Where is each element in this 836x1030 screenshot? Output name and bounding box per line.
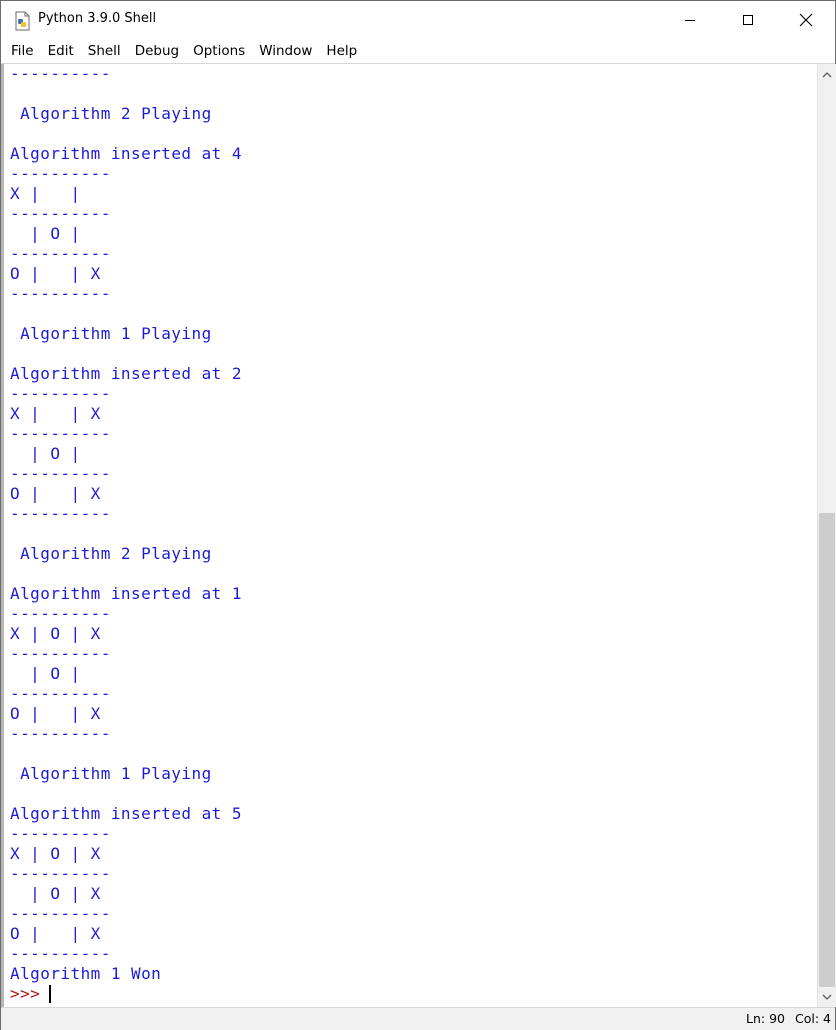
shell-output-line: ---------- bbox=[10, 604, 111, 623]
minimize-button[interactable] bbox=[661, 1, 719, 39]
shell-output-line: O | | X bbox=[10, 484, 101, 503]
maximize-icon bbox=[743, 15, 753, 25]
shell-output-line bbox=[10, 744, 242, 764]
shell-output-line: X | O | X bbox=[10, 844, 101, 863]
shell-output-line: ---------- bbox=[10, 824, 111, 843]
vertical-scrollbar[interactable] bbox=[817, 64, 836, 1007]
menu-edit[interactable]: Edit bbox=[41, 39, 81, 63]
shell-output-line: Algorithm inserted at 1 bbox=[10, 584, 242, 603]
shell-output-line: ---------- bbox=[10, 284, 111, 303]
shell-output-line bbox=[10, 784, 242, 804]
scroll-up-button[interactable] bbox=[818, 64, 836, 84]
shell-output-line: | O | X bbox=[10, 884, 101, 903]
shell-output-line: X | | X bbox=[10, 404, 101, 423]
python-file-icon bbox=[15, 11, 30, 31]
menu-bar: File Edit Shell Debug Options Window Hel… bbox=[1, 39, 835, 63]
shell-output-line: ---------- bbox=[10, 424, 111, 443]
shell-output-line: ---------- bbox=[10, 204, 111, 223]
title-bar[interactable]: Python 3.9.0 Shell bbox=[1, 1, 835, 39]
menu-window[interactable]: Window bbox=[252, 39, 319, 63]
shell-output-line: ---------- bbox=[10, 64, 111, 83]
shell-output-line bbox=[10, 124, 242, 144]
menu-debug[interactable]: Debug bbox=[128, 39, 186, 63]
shell-output-line bbox=[10, 84, 242, 104]
menu-options[interactable]: Options bbox=[186, 39, 252, 63]
shell-output-line: Algorithm inserted at 5 bbox=[10, 804, 242, 823]
shell-output-line bbox=[10, 564, 242, 584]
shell-output-line: ---------- bbox=[10, 244, 111, 263]
shell-output-line bbox=[10, 524, 242, 544]
shell-output-line: O | | X bbox=[10, 924, 101, 943]
window-title: Python 3.9.0 Shell bbox=[38, 11, 157, 26]
shell-output-line: Algorithm inserted at 4 bbox=[10, 144, 242, 163]
shell-output-line: ---------- bbox=[10, 684, 111, 703]
chevron-up-icon bbox=[822, 71, 832, 77]
shell-output-line: | O | bbox=[10, 224, 81, 243]
shell-text-area[interactable]: ---------- Algorithm 2 Playing Algorithm … bbox=[1, 64, 817, 1007]
shell-output-line: ---------- bbox=[10, 724, 111, 743]
shell-output-line: | O | bbox=[10, 444, 81, 463]
shell-output-line bbox=[10, 344, 242, 364]
shell-output-line: ---------- bbox=[10, 464, 111, 483]
scroll-thumb[interactable] bbox=[819, 512, 835, 987]
column-number: Col: 4 bbox=[795, 1011, 831, 1026]
shell-output-line: Algorithm 1 Playing bbox=[10, 324, 212, 343]
status-bar: Ln: 90 Col: 4 bbox=[1, 1007, 835, 1030]
line-number: Ln: 90 bbox=[746, 1011, 785, 1026]
shell-output-line: | O | bbox=[10, 664, 81, 683]
shell-output-line: ---------- bbox=[10, 164, 111, 183]
chevron-down-icon bbox=[822, 994, 832, 1000]
shell-output: ---------- Algorithm 2 Playing Algorithm … bbox=[10, 64, 242, 1004]
prompt-line[interactable]: >>> bbox=[10, 984, 242, 1004]
shell-output-line: ---------- bbox=[10, 944, 111, 963]
shell-output-line: X | | bbox=[10, 184, 81, 203]
idle-shell-window: Python 3.9.0 Shell File Edit Shell Debug… bbox=[0, 0, 836, 1030]
shell-output-line: O | | X bbox=[10, 264, 101, 283]
shell-output-line: Algorithm 1 Playing bbox=[10, 764, 212, 783]
shell-output-line: Algorithm 2 Playing bbox=[10, 544, 212, 563]
shell-output-line: O | | X bbox=[10, 704, 101, 723]
close-button[interactable] bbox=[777, 1, 835, 39]
shell-output-line bbox=[10, 304, 242, 324]
maximize-button[interactable] bbox=[719, 1, 777, 39]
shell-output-line: ---------- bbox=[10, 504, 111, 523]
close-icon bbox=[799, 13, 813, 27]
text-cursor bbox=[49, 985, 52, 1003]
shell-output-line: ---------- bbox=[10, 864, 111, 883]
minimize-icon bbox=[685, 20, 695, 21]
scroll-down-button[interactable] bbox=[818, 987, 836, 1007]
shell-prompt: >>> bbox=[10, 984, 41, 1003]
menu-shell[interactable]: Shell bbox=[81, 39, 128, 63]
shell-output-line: Algorithm 2 Playing bbox=[10, 104, 212, 123]
shell-output-line: X | O | X bbox=[10, 624, 101, 643]
shell-output-line: Algorithm inserted at 2 bbox=[10, 364, 242, 383]
shell-output-line: ---------- bbox=[10, 644, 111, 663]
menu-file[interactable]: File bbox=[1, 39, 41, 63]
menu-help[interactable]: Help bbox=[319, 39, 364, 63]
shell-output-line: ---------- bbox=[10, 384, 111, 403]
shell-output-line: Algorithm 1 Won bbox=[10, 964, 162, 983]
shell-output-line: ---------- bbox=[10, 904, 111, 923]
